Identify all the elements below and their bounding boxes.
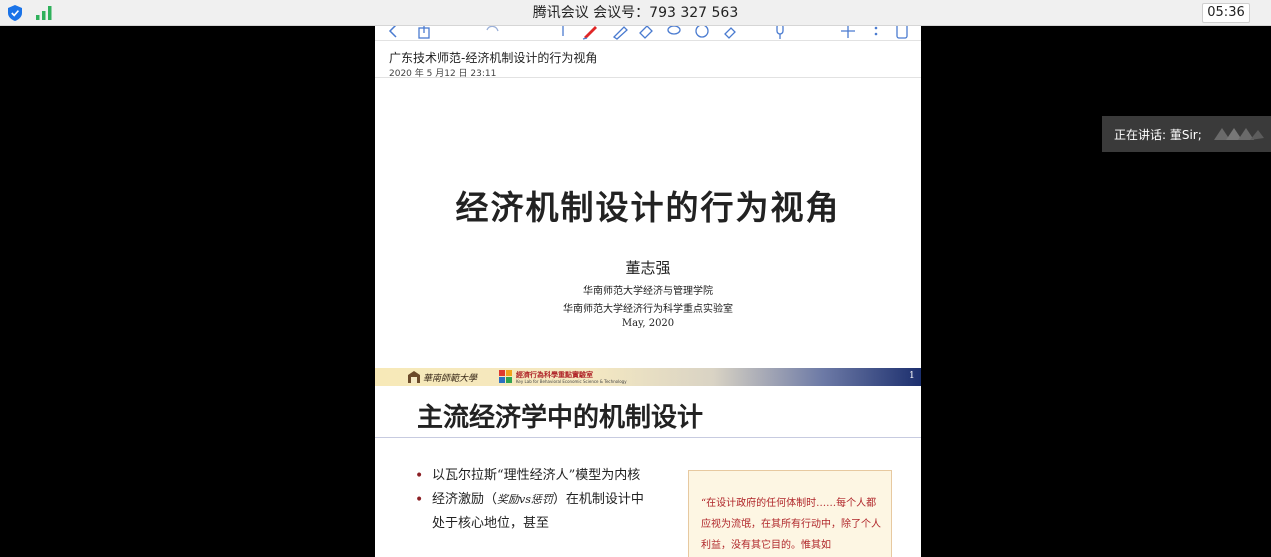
pencil-icon[interactable] (555, 26, 573, 40)
undo-icon[interactable] (483, 26, 501, 40)
active-speaker-label: 正在讲话: 董Sir; (1114, 128, 1202, 142)
slide-title: 主流经济学中的机制设计 (417, 403, 704, 433)
active-speaker-indicator: 正在讲话: 董Sir; (1102, 116, 1271, 152)
slide-2: 主流经济学中的机制设计 以瓦尔拉斯“理性经济人”模型为内核 经济激励（奖励vs惩… (375, 388, 921, 557)
lab-logo: 經濟行為科學重點實驗室 Key Lab for Behavioral Econo… (499, 369, 629, 385)
lab-cube-icon (499, 370, 512, 383)
slide-footer-band: 華南師範大學 經濟行為科學重點實驗室 Key Lab for Behaviora… (375, 368, 921, 386)
university-emblem-icon (408, 371, 420, 383)
add-icon[interactable] (839, 26, 857, 40)
university-name: 華南師範大學 (423, 374, 478, 384)
slide-1: 经济机制设计的行为视角 董志强 华南师范大学经济与管理学院 华南师范大学经济行为… (375, 79, 921, 388)
meeting-timer: 05:36 (1202, 3, 1250, 23)
slide-date: May, 2020 (621, 318, 675, 329)
lasso-icon[interactable] (665, 26, 683, 40)
slide-title: 经济机制设计的行为视角 (455, 188, 841, 227)
slide-affiliation-2: 华南师范大学经济行为科学重点实验室 (563, 304, 733, 315)
shared-document: 广东技术师范-经济机制设计的行为视角 2020 年 5 月12 日 23:11 … (375, 26, 921, 557)
document-header: 广东技术师范-经济机制设计的行为视角 2020 年 5 月12 日 23:11 (375, 40, 921, 79)
quote-box: “在设计政府的任何体制时……每个人都应视为流氓，在其所有行动中，除了个人利益，没… (688, 470, 892, 557)
meeting-top-bar: 腾讯会议 会议号：793 327 563 05:36 (0, 0, 1271, 26)
bullet-item: 以瓦尔拉斯“理性经济人”模型为内核 (415, 464, 645, 488)
hand-icon[interactable] (721, 26, 739, 40)
voice-wave-icon (1214, 128, 1264, 140)
slide-page-number: 1 (909, 371, 915, 381)
title-divider (375, 437, 921, 438)
bullet-emphasis: 奖励vs惩罚 (497, 493, 553, 506)
bullet-item: 经济激励（奖励vs惩罚）在机制设计中处于核心地位，甚至 (415, 488, 645, 536)
slide-author: 董志强 (625, 259, 671, 277)
slide-affiliation-1: 华南师范大学经济与管理学院 (583, 286, 713, 297)
eraser-icon[interactable] (637, 26, 655, 40)
university-logo: 華南師範大學 (407, 369, 477, 385)
back-icon[interactable] (385, 26, 403, 40)
highlighter-icon[interactable] (611, 26, 629, 40)
bullet-text: 以瓦尔拉斯“理性经济人”模型为内核 (432, 468, 641, 483)
bullet-list: 以瓦尔拉斯“理性经济人”模型为内核 经济激励（奖励vs惩罚）在机制设计中处于核心… (415, 464, 645, 536)
pen-icon[interactable] (581, 26, 599, 40)
document-date: 2020 年 5 月12 日 23:11 (389, 69, 497, 79)
pages-icon[interactable] (893, 26, 911, 40)
mic-icon[interactable] (771, 26, 789, 40)
document-title: 广东技术师范-经济机制设计的行为视角 (389, 51, 598, 65)
share-icon[interactable] (415, 26, 433, 40)
lab-subtitle: Key Lab for Behavioral Economic Science … (516, 379, 627, 384)
more-icon[interactable] (867, 26, 885, 40)
shapes-icon[interactable] (693, 26, 711, 40)
annotation-toolbar (375, 26, 921, 40)
bullet-text: 经济激励（ (432, 492, 498, 507)
meeting-title: 腾讯会议 会议号：793 327 563 (532, 5, 739, 21)
